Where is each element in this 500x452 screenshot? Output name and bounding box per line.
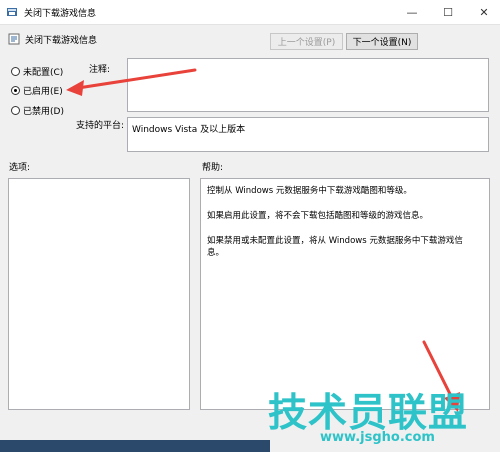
- minimize-button[interactable]: —: [394, 0, 430, 24]
- help-label: 帮助:: [202, 163, 224, 173]
- platform-value: Windows Vista 及以上版本: [132, 125, 246, 135]
- policy-window-icon: [7, 8, 17, 16]
- policy-name: 关闭下载游戏信息: [25, 36, 98, 46]
- maximize-button[interactable]: ☐: [430, 0, 466, 24]
- close-button[interactable]: ✕: [466, 0, 500, 24]
- radio-disabled[interactable]: 已禁用(D): [11, 103, 64, 117]
- note-textarea[interactable]: [127, 58, 489, 112]
- taskbar-strip: [0, 440, 270, 452]
- help-paragraph: 如果禁用或未配置此设置，将从 Windows 元数据服务中下载游戏信息。: [207, 236, 463, 258]
- platform-label: 支持的平台:: [76, 121, 125, 131]
- help-paragraph: 如果启用此设置，将不会下载包括酷图和等级的游戏信息。: [207, 211, 429, 221]
- radio-label: 已启用(E): [23, 86, 63, 97]
- arrow-to-enabled-head: [66, 80, 84, 96]
- close-icon: ✕: [479, 5, 489, 19]
- radio-not-configured[interactable]: 未配置(C): [11, 64, 63, 78]
- radio-circle[interactable]: [11, 105, 20, 115]
- radio-enabled[interactable]: 已启用(E): [11, 83, 63, 97]
- minimize-icon: —: [406, 5, 418, 19]
- policy-icon: [8, 33, 20, 45]
- title-bar: 关闭下载游戏信息 — ☐ ✕: [0, 0, 500, 25]
- window-title: 关闭下载游戏信息: [24, 9, 97, 19]
- radio-label: 未配置(C): [23, 67, 64, 78]
- options-pane: [8, 178, 190, 410]
- radio-label: 已禁用(D): [23, 106, 64, 117]
- maximize-icon: ☐: [443, 5, 453, 19]
- radio-circle[interactable]: [11, 85, 20, 95]
- help-pane[interactable]: 控制从 Windows 元数据服务中下载游戏酷图和等级。 如果启用此设置，将不会…: [200, 178, 490, 410]
- help-paragraph: 控制从 Windows 元数据服务中下载游戏酷图和等级。: [207, 186, 412, 196]
- previous-setting-button[interactable]: 上一个设置(P): [270, 33, 343, 50]
- options-label: 选项:: [9, 163, 31, 173]
- radio-circle[interactable]: [11, 66, 20, 76]
- watermark-url: www.jsgho.com: [320, 430, 435, 445]
- note-label: 注释:: [89, 65, 111, 75]
- next-setting-button[interactable]: 下一个设置(N): [346, 33, 418, 50]
